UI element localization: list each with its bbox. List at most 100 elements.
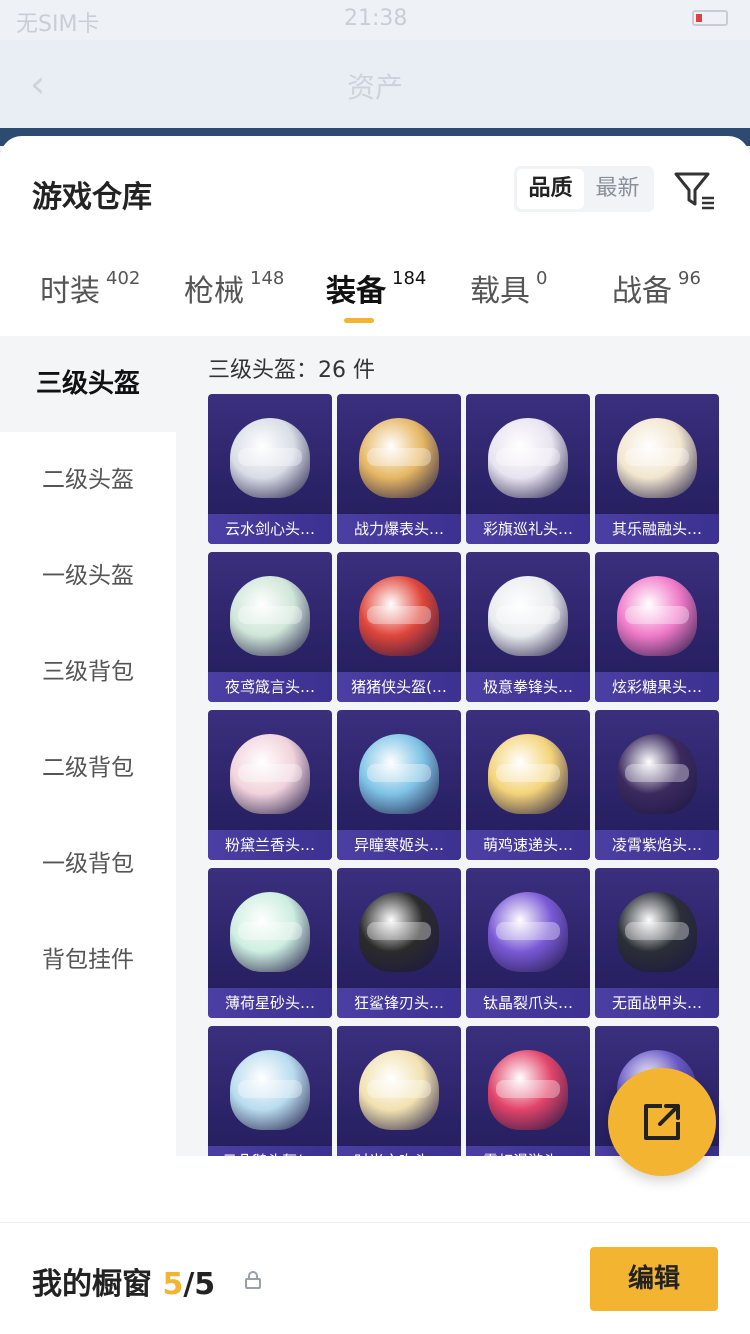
helmet-visor bbox=[238, 448, 302, 466]
tab-count: 148 bbox=[250, 268, 285, 289]
item-count-label: 三级头盔：26 件 bbox=[208, 358, 375, 383]
item-name: 霓虹漫游头… bbox=[466, 1146, 590, 1156]
item-name: 夜鸢箴言头… bbox=[208, 672, 332, 702]
nav-spacer bbox=[0, 1008, 176, 1156]
item-name: 战力爆表头… bbox=[337, 514, 461, 544]
item-name: 凌霄紫焰头… bbox=[595, 830, 719, 860]
lock-icon bbox=[245, 1271, 261, 1289]
item-card[interactable]: 凌霄紫焰头… bbox=[595, 710, 719, 860]
item-card[interactable]: 异瞳寒姬头… bbox=[337, 710, 461, 860]
helmet-visor bbox=[367, 922, 431, 940]
item-content: 三级头盔：26 件 云水剑心头… 战力爆表头… 彩旗巡礼头… 其乐融融头… 夜鸢箴言头…… bbox=[176, 336, 750, 1156]
item-name: 云朵鹅头盔(… bbox=[208, 1146, 332, 1156]
tab-equipment[interactable]: 装备 184 bbox=[326, 266, 426, 310]
item-name: 钛晶裂爪头… bbox=[466, 988, 590, 1018]
tab-vehicles[interactable]: 载具 0 bbox=[470, 266, 547, 310]
carrier-label: 无SIM卡 bbox=[16, 12, 100, 37]
filter-icon[interactable] bbox=[672, 168, 716, 212]
showcase-label: 我的橱窗 bbox=[32, 1267, 152, 1302]
showcase-bar: 我的橱窗 5/5 编辑 bbox=[0, 1222, 750, 1334]
item-name: 其乐融融头… bbox=[595, 514, 719, 544]
item-name: 粉黛兰香头… bbox=[208, 830, 332, 860]
tab-count: 0 bbox=[536, 268, 548, 289]
item-name: 异瞳寒姬头… bbox=[337, 830, 461, 860]
item-card[interactable]: 钛晶裂爪头… bbox=[466, 868, 590, 1018]
showcase-title: 我的橱窗 5/5 bbox=[32, 1259, 215, 1303]
helmet-visor bbox=[496, 606, 560, 624]
clock: 21:38 bbox=[344, 6, 408, 31]
item-card[interactable]: 夜鸢箴言头… bbox=[208, 552, 332, 702]
helmet-visor bbox=[367, 448, 431, 466]
item-card[interactable]: 薄荷星砂头… bbox=[208, 868, 332, 1018]
status-bar: 无SIM卡 21:38 bbox=[0, 0, 750, 40]
category-tabs: 时装 402 枪械 148 装备 184 载具 0 战备 96 bbox=[0, 266, 750, 330]
nav-item-level3-helmet[interactable]: 三级头盔 bbox=[0, 336, 176, 432]
share-button[interactable] bbox=[608, 1068, 716, 1176]
item-card[interactable]: 猪猪侠头盔(… bbox=[337, 552, 461, 702]
item-name: 云水剑心头… bbox=[208, 514, 332, 544]
item-card[interactable]: 时光之吻头… bbox=[337, 1026, 461, 1156]
item-card[interactable]: 无面战甲头… bbox=[595, 868, 719, 1018]
tab-count: 402 bbox=[106, 268, 141, 289]
item-grid: 云水剑心头… 战力爆表头… 彩旗巡礼头… 其乐融融头… 夜鸢箴言头… 猪猪侠头盔(… 极意拳… bbox=[208, 394, 728, 1156]
nav-item-level1-backpack[interactable]: 一级背包 bbox=[0, 816, 176, 912]
sort-quality-button[interactable]: 品质 bbox=[517, 169, 584, 209]
item-card[interactable]: 战力爆表头… bbox=[337, 394, 461, 544]
edit-button[interactable]: 编辑 bbox=[590, 1247, 718, 1311]
subcategory-nav: 三级头盔 二级头盔 一级头盔 三级背包 二级背包 一级背包 背包挂件 bbox=[0, 336, 176, 1156]
tab-label: 枪械 bbox=[184, 274, 244, 309]
item-card[interactable]: 霓虹漫游头… bbox=[466, 1026, 590, 1156]
helmet-visor bbox=[496, 448, 560, 466]
tab-supplies[interactable]: 战备 96 bbox=[612, 266, 701, 310]
item-card[interactable]: 萌鸡速递头… bbox=[466, 710, 590, 860]
helmet-visor bbox=[367, 606, 431, 624]
item-card[interactable]: 其乐融融头… bbox=[595, 394, 719, 544]
item-card[interactable]: 云水剑心头… bbox=[208, 394, 332, 544]
item-name: 极意拳锋头… bbox=[466, 672, 590, 702]
helmet-visor bbox=[367, 1080, 431, 1098]
helmet-visor bbox=[625, 764, 689, 782]
item-name: 狂鲨锋刃头… bbox=[337, 988, 461, 1018]
tab-count: 96 bbox=[678, 268, 701, 289]
tab-count: 184 bbox=[392, 268, 427, 289]
helmet-visor bbox=[496, 1080, 560, 1098]
item-card[interactable]: 粉黛兰香头… bbox=[208, 710, 332, 860]
tab-label: 载具 bbox=[470, 274, 530, 309]
warehouse-sheet: 游戏仓库 品质 最新 时装 402 枪械 148 装备 184 载具 0 战备 … bbox=[0, 136, 750, 1334]
sort-toggle: 品质 最新 bbox=[514, 166, 654, 212]
page-header: ‹ 资产 bbox=[0, 40, 750, 128]
helmet-visor bbox=[238, 922, 302, 940]
nav-item-level3-backpack[interactable]: 三级背包 bbox=[0, 624, 176, 720]
item-card[interactable]: 极意拳锋头… bbox=[466, 552, 590, 702]
share-icon bbox=[644, 1104, 680, 1140]
nav-item-level2-backpack[interactable]: 二级背包 bbox=[0, 720, 176, 816]
tab-label: 装备 bbox=[326, 274, 386, 309]
helmet-visor bbox=[367, 764, 431, 782]
item-name: 时光之吻头… bbox=[337, 1146, 461, 1156]
helmet-visor bbox=[496, 922, 560, 940]
item-card[interactable]: 狂鲨锋刃头… bbox=[337, 868, 461, 1018]
nav-item-backpack-charm[interactable]: 背包挂件 bbox=[0, 912, 176, 1008]
helmet-visor bbox=[625, 448, 689, 466]
battery-icon bbox=[692, 10, 728, 26]
item-name: 薄荷星砂头… bbox=[208, 988, 332, 1018]
nav-item-level1-helmet[interactable]: 一级头盔 bbox=[0, 528, 176, 624]
item-card[interactable]: 炫彩糖果头… bbox=[595, 552, 719, 702]
tab-label: 战备 bbox=[612, 274, 672, 309]
helmet-visor bbox=[238, 606, 302, 624]
item-name: 炫彩糖果头… bbox=[595, 672, 719, 702]
showcase-total-count: /5 bbox=[183, 1267, 216, 1302]
item-name: 猪猪侠头盔(… bbox=[337, 672, 461, 702]
tab-fashion[interactable]: 时装 402 bbox=[40, 266, 140, 310]
item-name: 萌鸡速递头… bbox=[466, 830, 590, 860]
sort-latest-button[interactable]: 最新 bbox=[584, 169, 651, 209]
tab-label: 时装 bbox=[40, 274, 100, 309]
active-tab-indicator bbox=[344, 318, 374, 323]
helmet-visor bbox=[238, 764, 302, 782]
item-card[interactable]: 彩旗巡礼头… bbox=[466, 394, 590, 544]
item-card[interactable]: 云朵鹅头盔(… bbox=[208, 1026, 332, 1156]
helmet-visor bbox=[625, 922, 689, 940]
tab-weapons[interactable]: 枪械 148 bbox=[184, 266, 284, 310]
sheet-title: 游戏仓库 bbox=[32, 180, 152, 215]
nav-item-level2-helmet[interactable]: 二级头盔 bbox=[0, 432, 176, 528]
